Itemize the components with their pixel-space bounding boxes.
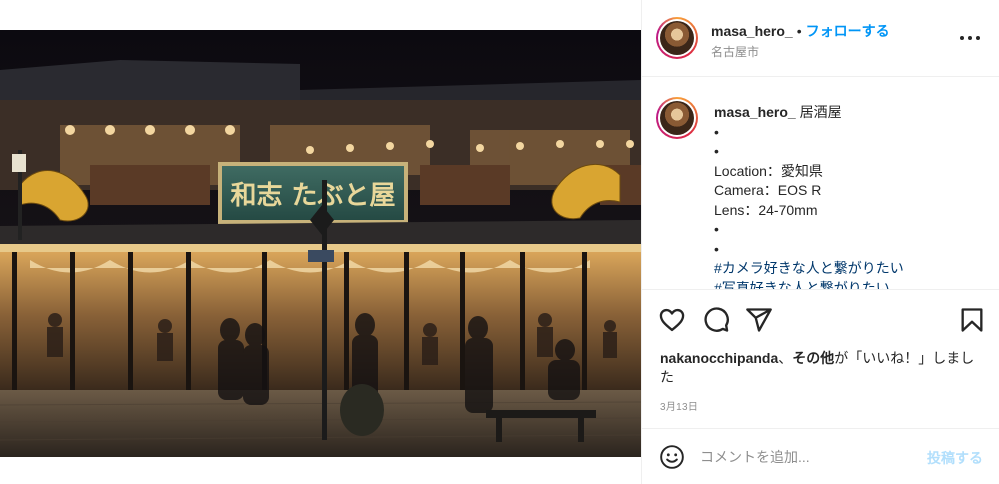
follow-button[interactable]: フォローする — [806, 23, 890, 39]
action-bar — [642, 303, 999, 339]
share-icon[interactable] — [745, 306, 773, 334]
header-separator: • — [796, 23, 802, 39]
header-location[interactable]: 名古屋市 — [711, 43, 759, 60]
izakaya-night-photo: 和志 たぶと屋 — [0, 30, 641, 457]
post-header: masa_hero_ • フォローする 名古屋市 — [642, 0, 999, 77]
hashtag-link[interactable]: #カメラ好きな人と繋がりたい — [714, 259, 984, 279]
caption-line: • — [714, 143, 719, 159]
likes-text: nakanocchipanda、その他が「いいね！」しました — [660, 349, 985, 387]
header-username[interactable]: masa_hero_ — [711, 23, 793, 39]
bookmark-icon[interactable] — [958, 306, 986, 334]
heart-icon[interactable] — [658, 306, 686, 334]
post-date[interactable]: 3月13日 — [660, 398, 698, 413]
caption-line-location: Location：愛知県 — [714, 162, 823, 179]
caption-line-lens: Lens：24-70mm — [714, 201, 818, 218]
caption-line: • — [714, 123, 719, 140]
liker-username[interactable]: nakanocchipanda — [660, 350, 778, 366]
avatar[interactable] — [656, 17, 698, 59]
post-media-area: 和志 たぶと屋 — [0, 0, 641, 484]
caption-first-line: masa_hero_ 居酒屋 — [714, 103, 984, 123]
caption-avatar[interactable] — [656, 97, 698, 139]
comment-input[interactable] — [700, 447, 910, 467]
comment-icon[interactable] — [702, 306, 730, 334]
caption-title: 居酒屋 — [799, 104, 842, 120]
likes-connector: 、 — [778, 350, 793, 366]
likes-others-link[interactable]: その他 — [792, 350, 834, 366]
post-comment-button[interactable]: 投稿する — [927, 448, 983, 468]
caption-area: masa_hero_ 居酒屋 • • Location：愛知県 Camera：E… — [642, 78, 999, 290]
caption-line: • — [714, 221, 719, 237]
post-photo[interactable]: 和志 たぶと屋 — [0, 30, 641, 457]
emoji-icon[interactable] — [659, 444, 685, 470]
comment-bar: 投稿する — [642, 428, 999, 484]
caption-username[interactable]: masa_hero_ — [714, 104, 796, 120]
caption-line-camera: Camera：EOS R — [714, 182, 822, 198]
hashtag-link[interactable]: #写真好きな人と繋がりたい — [714, 279, 984, 290]
caption-text: masa_hero_ 居酒屋 • • Location：愛知県 Camera：E… — [714, 103, 984, 290]
shop-sign-text: 和志 たぶと屋 — [230, 181, 395, 211]
caption-line: • — [714, 240, 719, 257]
post-side-panel: masa_hero_ • フォローする 名古屋市 masa_hero_ 居酒屋 • … — [641, 0, 999, 484]
header-user-line: masa_hero_ • フォローする — [711, 21, 890, 41]
more-icon[interactable] — [960, 36, 980, 42]
